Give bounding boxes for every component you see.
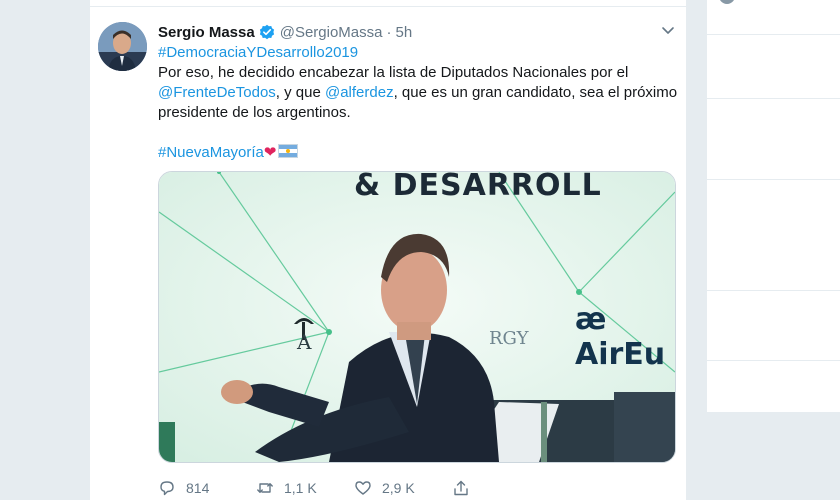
chevron-down-icon[interactable] xyxy=(660,24,676,38)
tweet-text-line: presidente de los argentinos. xyxy=(158,104,351,121)
reply-button[interactable]: 814 xyxy=(158,478,209,498)
argentina-flag-icon xyxy=(278,144,299,158)
share-button[interactable] xyxy=(452,478,470,498)
like-count: 2,9 K xyxy=(382,480,415,496)
separator-dot: · xyxy=(386,23,392,41)
tweet-photo[interactable]: & DESARROLL æ AirEu RGY A xyxy=(158,171,676,463)
like-icon xyxy=(355,481,371,495)
avatar[interactable] xyxy=(98,22,147,71)
tweet-text-fragment: , que es un gran candidato, sea el próxi… xyxy=(393,84,678,101)
photo-sponsor-text: RGY xyxy=(489,328,529,349)
author-name[interactable]: Sergio Massa xyxy=(158,24,255,41)
sidebar-divider xyxy=(707,34,840,35)
photo-brand-text: æ AirEu xyxy=(575,302,666,372)
tweet-timestamp[interactable]: 5h xyxy=(396,24,413,41)
sidebar-divider xyxy=(707,360,840,361)
reply-count: 814 xyxy=(186,480,210,496)
retweet-icon xyxy=(257,483,273,493)
share-icon xyxy=(454,480,468,496)
sidebar-divider xyxy=(707,179,840,180)
author-handle[interactable]: @SergioMassa xyxy=(280,24,383,41)
page-background-left xyxy=(0,0,89,500)
tweet-actions: 814 1,1 K 2,9 K xyxy=(158,478,678,498)
tweet-text-line: Por eso, he decidido encabezar la lista … xyxy=(158,64,629,81)
page-background-right xyxy=(706,412,840,500)
heart-emoji: ❤ xyxy=(263,144,277,161)
sidebar-divider xyxy=(707,290,840,291)
mention-link[interactable]: @FrenteDeTodos xyxy=(158,84,276,101)
hashtag-link[interactable]: #NuevaMayoría xyxy=(158,144,264,161)
reply-icon xyxy=(160,481,174,496)
like-button[interactable]: 2,9 K xyxy=(354,478,415,498)
tweet-text: #DemocraciaYDesarrollo2019 Por eso, he d… xyxy=(158,43,678,163)
hashtag-link[interactable]: #DemocraciaYDesarrollo2019 xyxy=(158,44,358,61)
right-sidebar-panel xyxy=(706,0,840,412)
mention-link[interactable]: @alferdez xyxy=(325,84,394,101)
tweet-divider xyxy=(90,6,686,7)
retweet-count: 1,1 K xyxy=(284,480,317,496)
sidebar-divider xyxy=(707,98,840,99)
tweet-header: Sergio Massa @SergioMassa · 5h xyxy=(158,22,412,42)
sidebar-peek-icon xyxy=(719,0,735,4)
verified-badge-icon xyxy=(259,24,275,40)
photo-sponsor-letter: A xyxy=(297,330,312,354)
retweet-button[interactable]: 1,1 K xyxy=(256,478,317,498)
tweet-text-fragment: , y que xyxy=(275,84,325,101)
photo-banner-text: & DESARROLL xyxy=(354,171,602,203)
